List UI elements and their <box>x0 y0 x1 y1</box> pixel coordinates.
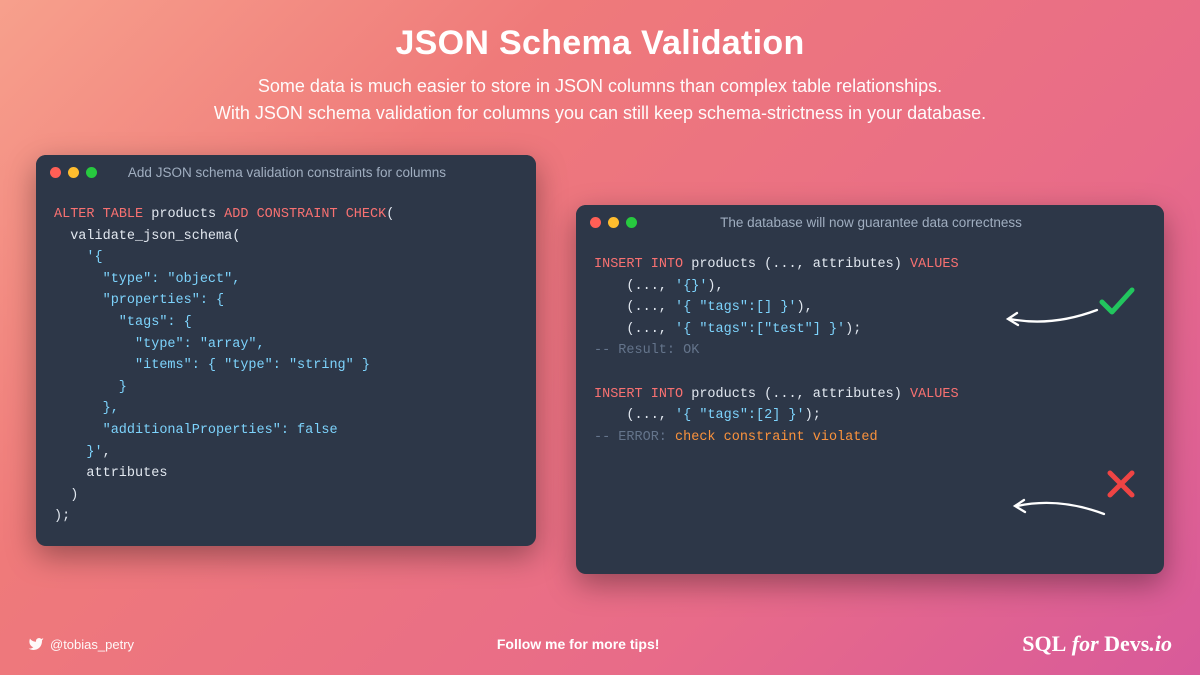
code-panel-right: The database will now guarantee data cor… <box>576 205 1164 574</box>
follow-cta: Follow me for more tips! <box>497 636 660 652</box>
panels-container: Add JSON schema validation constraints f… <box>36 155 1164 574</box>
code-body-right: INSERT INTO products (..., attributes) V… <box>576 240 1164 574</box>
panel-title-right: The database will now guarantee data cor… <box>637 215 1150 230</box>
header: JSON Schema Validation Some data is much… <box>0 0 1200 127</box>
arrow-error-icon <box>1009 492 1109 522</box>
subtitle-line-2: With JSON schema validation for columns … <box>0 100 1200 127</box>
twitter-handle: @tobias_petry <box>28 636 134 652</box>
close-dot-icon <box>50 167 61 178</box>
subtitle: Some data is much easier to store in JSO… <box>0 73 1200 127</box>
arrow-ok-icon <box>1002 305 1102 335</box>
maximize-dot-icon <box>86 167 97 178</box>
handle-text: @tobias_petry <box>50 637 134 652</box>
panel-title-left: Add JSON schema validation constraints f… <box>97 165 522 180</box>
code-body-left: ALTER TABLE products ADD CONSTRAINT CHEC… <box>36 190 536 546</box>
footer: @tobias_petry Follow me for more tips! S… <box>28 631 1172 657</box>
window-controls <box>50 167 97 178</box>
minimize-dot-icon <box>68 167 79 178</box>
subtitle-line-1: Some data is much easier to store in JSO… <box>0 73 1200 100</box>
panel-header-left: Add JSON schema validation constraints f… <box>36 155 536 190</box>
panel-header-right: The database will now guarantee data cor… <box>576 205 1164 240</box>
twitter-icon <box>28 636 44 652</box>
minimize-dot-icon <box>608 217 619 228</box>
code-panel-left: Add JSON schema validation constraints f… <box>36 155 536 546</box>
maximize-dot-icon <box>626 217 637 228</box>
page-title: JSON Schema Validation <box>0 24 1200 63</box>
brand-logo: SQL for Devs.io <box>1022 631 1172 657</box>
checkmark-icon <box>1098 285 1136 317</box>
close-dot-icon <box>590 217 601 228</box>
window-controls <box>590 217 637 228</box>
cross-icon <box>1106 469 1136 499</box>
